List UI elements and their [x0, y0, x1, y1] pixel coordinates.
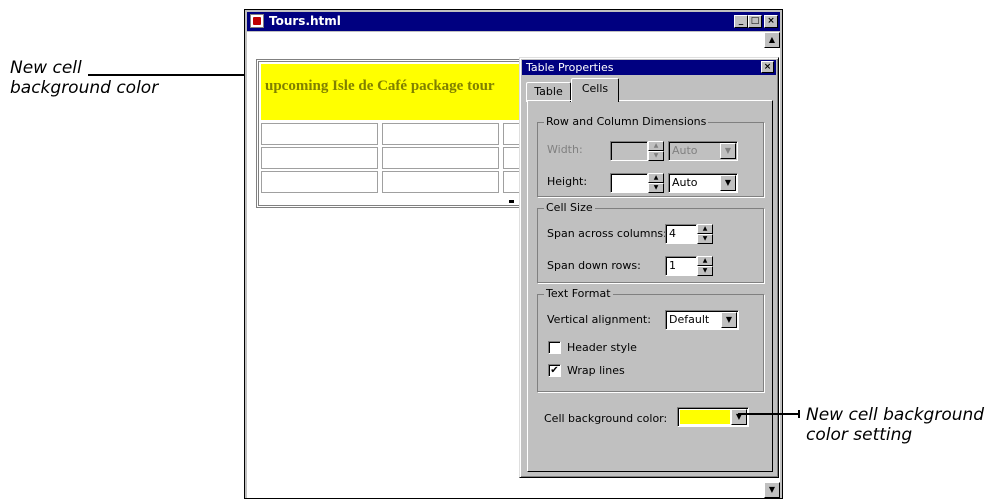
wrap-lines-checkbox[interactable]: ✔: [548, 364, 561, 377]
callout-leader-left: [88, 74, 264, 76]
vertical-alignment-label: Vertical alignment:: [547, 313, 651, 326]
cell-size-group: Cell Size Span across columns: 4 ▲ ▼ Span…: [537, 201, 764, 283]
row-column-dimensions-group: Row and Column Dimensions Width: ▲ ▼ Auto…: [537, 115, 764, 197]
header-style-label: Header style: [567, 341, 637, 354]
dialog-close-button[interactable]: ×: [761, 61, 774, 73]
scroll-down-icon[interactable]: ▼: [764, 482, 780, 498]
width-input[interactable]: [610, 141, 648, 161]
scroll-up-icon[interactable]: ▲: [764, 32, 780, 48]
height-unit-value: Auto: [672, 176, 698, 189]
tab-table[interactable]: Table: [526, 82, 571, 102]
document-app-icon: [250, 14, 264, 28]
span-rows-label: Span down rows:: [547, 259, 641, 272]
callout-leader-right: [738, 413, 800, 415]
width-label: Width:: [547, 143, 583, 156]
group-label: Cell Size: [544, 201, 595, 214]
callout-leader-right-dot: [798, 410, 800, 418]
height-label: Height:: [547, 175, 588, 188]
height-input[interactable]: [610, 173, 648, 193]
width-spinner[interactable]: ▲ ▼: [648, 141, 664, 161]
chevron-down-icon[interactable]: ▼: [720, 143, 736, 159]
close-button[interactable]: ×: [764, 15, 778, 28]
page-table[interactable]: upcoming Isle de Café package tour: [256, 59, 547, 208]
width-unit-value: Auto: [672, 144, 698, 157]
maximize-button[interactable]: □: [748, 15, 762, 28]
span-columns-input[interactable]: 4: [665, 224, 697, 244]
chevron-down-icon[interactable]: ▼: [721, 312, 737, 328]
table-header-text: upcoming Isle de Café package tour: [265, 78, 495, 94]
minimize-button[interactable]: _: [734, 15, 748, 28]
header-style-checkbox[interactable]: [548, 341, 561, 354]
selection-handle[interactable]: [509, 200, 514, 203]
text-format-group: Text Format Vertical alignment: Default …: [537, 287, 764, 392]
table-cell[interactable]: [382, 147, 499, 169]
color-swatch: [680, 410, 730, 424]
table-cell[interactable]: [382, 171, 499, 193]
height-spinner[interactable]: ▲ ▼: [648, 173, 664, 193]
wrap-lines-label: Wrap lines: [567, 364, 625, 377]
callout-line-2: color setting: [806, 425, 913, 445]
callout-line-1: New cell background: [806, 405, 985, 425]
table-header-cell[interactable]: upcoming Isle de Café package tour: [261, 64, 547, 120]
dialog-title-bar[interactable]: Table Properties ×: [522, 60, 776, 75]
document-title: Tours.html: [269, 14, 341, 28]
chevron-down-icon[interactable]: ▼: [731, 409, 747, 425]
vertical-alignment-value: Default: [669, 313, 710, 326]
vertical-alignment-select[interactable]: Default ▼: [665, 310, 739, 330]
cells-tab-panel: Row and Column Dimensions Width: ▲ ▼ Auto…: [527, 100, 773, 472]
group-label: Row and Column Dimensions: [544, 115, 709, 128]
cell-background-color-label: Cell background color:: [544, 412, 668, 425]
chevron-down-icon[interactable]: ▼: [720, 175, 736, 191]
width-unit-select[interactable]: Auto ▼: [668, 141, 738, 161]
table-cell[interactable]: [261, 171, 378, 193]
span-rows-spinner[interactable]: ▲ ▼: [697, 256, 713, 276]
callout-new-cell-background: New cell background color: [10, 58, 158, 98]
span-columns-spinner[interactable]: ▲ ▼: [697, 224, 713, 244]
height-unit-select[interactable]: Auto ▼: [668, 173, 738, 193]
table-cell[interactable]: [261, 147, 378, 169]
table-cell[interactable]: [382, 123, 499, 145]
callout-new-cell-background-setting: New cell background color setting: [806, 405, 984, 445]
span-rows-input[interactable]: 1: [665, 256, 697, 276]
cell-background-color-picker[interactable]: ▼: [677, 407, 749, 427]
span-columns-label: Span across columns:: [547, 227, 667, 240]
dialog-title: Table Properties: [526, 61, 614, 74]
tab-cells[interactable]: Cells: [571, 78, 619, 102]
document-title-bar[interactable]: Tours.html _ □ ×: [247, 12, 780, 31]
table-cell[interactable]: [261, 123, 378, 145]
group-label: Text Format: [544, 287, 613, 300]
callout-line-2: background color: [10, 78, 159, 98]
